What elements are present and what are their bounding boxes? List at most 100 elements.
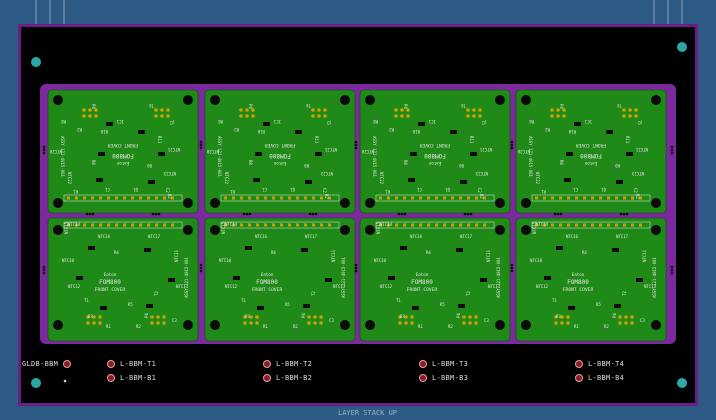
silkscreen-label: NTC16 [410,234,423,239]
legend-item-t1[interactable]: L-BBM-T1 [107,360,156,368]
legend-item-t3[interactable]: L-BBM-T3 [419,360,468,368]
top-board-1[interactable]: FRONT COVER FOM800 Eaton ASSY 121-4015-001 P… [47,89,199,214]
mounting-hole [365,198,375,208]
silkscreen-label: P4 [559,104,564,109]
connector-pin [256,223,259,227]
smd-component [146,304,153,308]
legend-label: L-BBM-B3 [432,374,469,382]
legend-item-b2[interactable]: L-BBM-B2 [263,374,312,382]
legend-item-b3[interactable]: L-BBM-B3 [419,374,468,382]
breakaway-tab [242,212,252,216]
board-part-number: ASSY 121-4015-001 [372,136,377,178]
pad [560,321,564,325]
legend-main[interactable]: GLDB-BBM [22,360,72,368]
mounting-hole [495,320,505,330]
mounting-hole [53,225,63,235]
legend-item-b1[interactable]: L-BBM-B1 [107,374,156,382]
silkscreen-label: R1 [263,324,268,329]
breakaway-tab [463,212,473,216]
connector-pin [123,196,126,200]
connector-pin [139,223,142,227]
bottom-board-4[interactable]: EatonFOM800FRONT COVER ASSY 121-4015-001N… [515,217,667,342]
silkscreen-label: R3 [545,127,550,132]
pcb-canvas[interactable]: FRONT COVERFOM800EatonASSY 121-4015-001P… [0,0,716,420]
pad [92,321,96,325]
silkscreen-label: C1 [262,187,267,192]
board-title: FRONT COVER [420,142,451,148]
connector-pin [435,196,438,200]
pad [162,321,166,325]
top-board-2[interactable]: FRONT COVER FOM800 Eaton ASSY 121-4015-001 P… [204,89,356,214]
silkscreen-label: P3 [400,314,405,319]
silkscreen-label: NTC17 [148,234,161,239]
silkscreen-label: T4 [149,103,154,108]
silkscreen-label: NTC14 [225,222,238,227]
board-part-number: ASSY 121-4015-001 [341,256,346,298]
fiducial-mark[interactable] [31,57,41,67]
silkscreen-label: NTC15 [376,221,381,234]
board-array[interactable]: FRONT COVERFOM800EatonASSY 121-4015-001P… [40,84,676,344]
pad [249,321,253,325]
pad [307,321,311,325]
smd-component [480,278,487,282]
mounting-hole [183,320,193,330]
connector-pin [443,196,446,200]
legend-dot [107,374,115,382]
connector-pin [256,196,259,200]
silkscreen-label: NTC22 [379,172,384,185]
silkscreen-label: R2 [293,324,298,329]
pad [166,114,170,118]
pad [166,108,170,112]
pad [410,321,414,325]
silkscreen-label: R9 [459,163,464,168]
connector-pin [155,196,158,200]
connector-pin [304,223,307,227]
connector-pin [559,223,562,227]
connector-pin [483,223,486,227]
legend-item-b4[interactable]: L-BBM-B4 [575,374,624,382]
silkscreen-label: NTC22 [67,172,72,185]
silkscreen-label: R2 [167,194,172,199]
legend-dot [263,374,271,382]
mounting-hole [210,95,220,105]
pad [550,114,554,118]
pad [634,108,638,112]
connector-pin [427,223,430,227]
connector-pin [607,223,610,227]
fiducial-mark[interactable] [677,378,687,388]
silkscreen-label: NTC10 [219,258,232,263]
fiducial-mark[interactable] [677,42,687,52]
silkscreen-label: NTC22 [224,172,229,185]
mounting-hole [210,198,220,208]
smd-component [301,248,308,252]
silkscreen-label: P4 [144,313,149,318]
connector-pin [567,223,570,227]
silkscreen-label: C2 [477,188,482,193]
legend-item-t4[interactable]: L-BBM-T4 [575,360,624,368]
connector-pin [379,196,382,200]
connector-pin [264,223,267,227]
bottom-board-1[interactable]: EatonFOM800FRONT COVER ASSY 121-4015-001N… [47,217,199,342]
connector-pin [320,223,323,227]
silkscreen-label: C2 [322,188,327,193]
connector-pin [459,196,462,200]
silkscreen-label: P4 [91,104,96,109]
breakaway-tab [199,140,203,150]
top-board-3[interactable]: FRONT COVER FOM800 Eaton ASSY 121-4015-001 P… [359,89,511,214]
pad [88,114,92,118]
top-board-4[interactable]: FRONT COVER FOM800 Eaton ASSY 121-4015-001 P… [515,89,667,214]
bottom-board-3[interactable]: EatonFOM800FRONT COVER ASSY 121-4015-001N… [359,217,511,342]
connector-pin [163,196,166,200]
bottom-board-2[interactable]: EatonFOM800FRONT COVER ASSY 121-4015-001N… [204,217,356,342]
pad [630,321,634,325]
fiducial-mark[interactable] [31,378,41,388]
smd-component [470,152,477,156]
silkscreen-label: R10 [100,129,108,134]
board-part: FOM800 [580,152,602,159]
smd-component [168,278,175,282]
legend-item-t2[interactable]: L-BBM-T2 [263,360,312,368]
silkscreen-label: NTC21 [635,147,648,152]
silkscreen-label: R10 [412,129,420,134]
mounting-hole [183,95,193,105]
pad [319,315,323,319]
